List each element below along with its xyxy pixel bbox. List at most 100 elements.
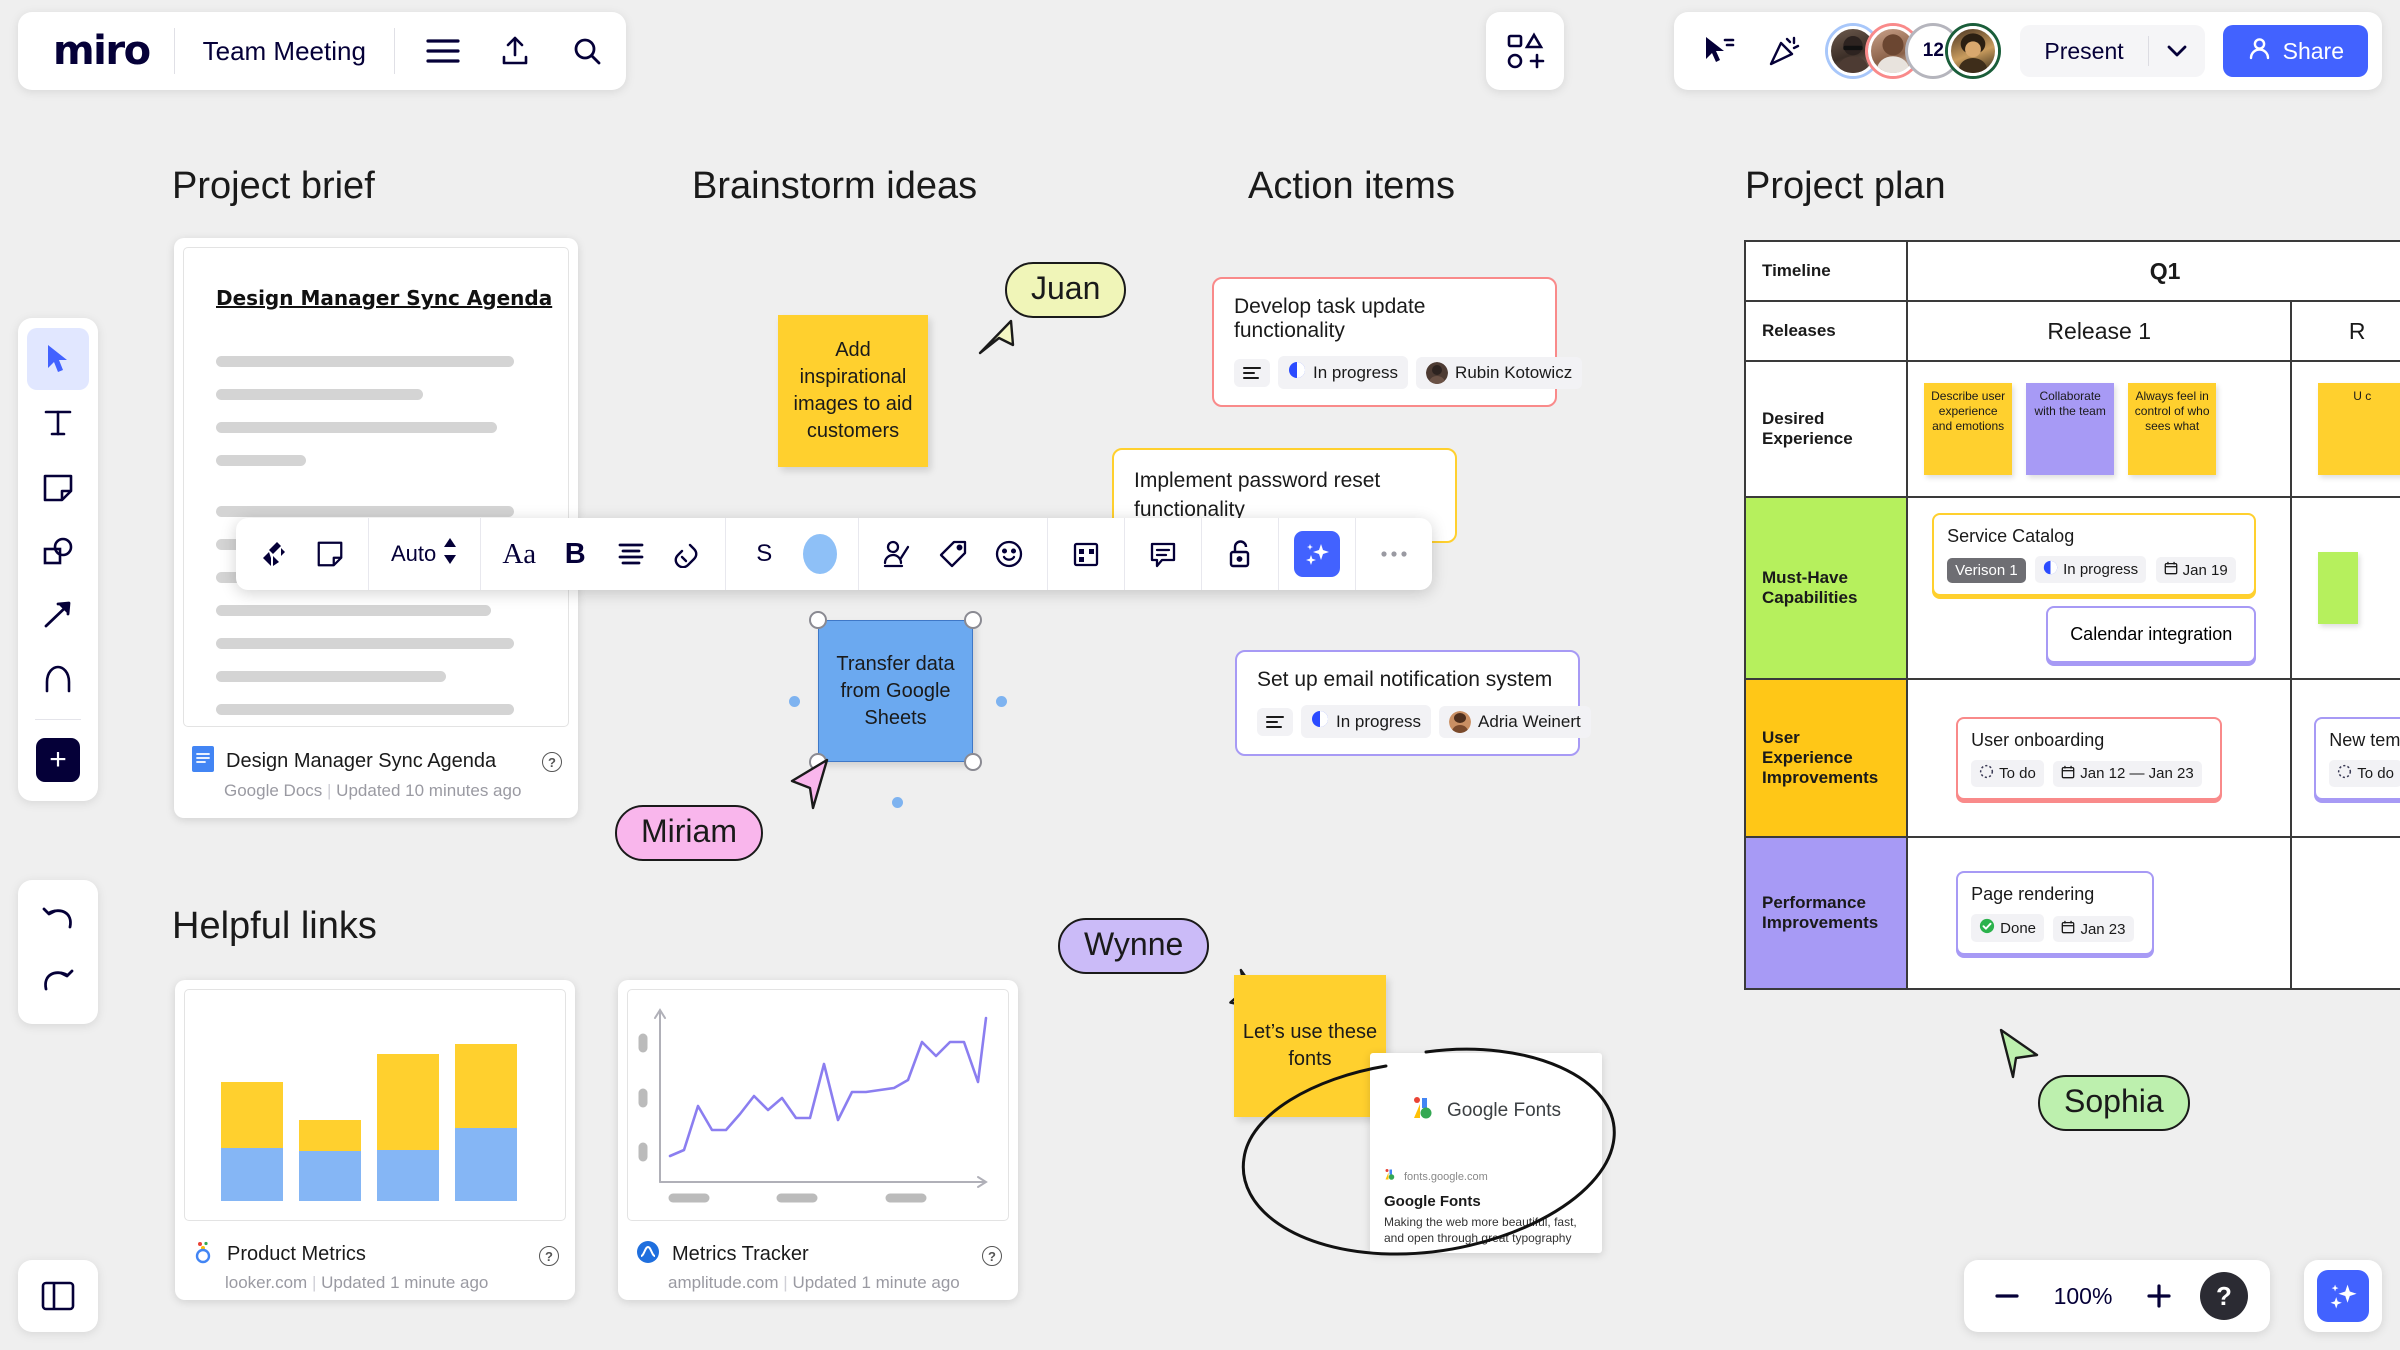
link-card-metrics-tracker[interactable]: Metrics Tracker amplitude.com | Updated …: [618, 980, 1018, 1300]
date-chip[interactable]: Jan 19: [2155, 557, 2236, 583]
side-panel-icon[interactable]: [18, 1260, 98, 1332]
emoji-icon[interactable]: [981, 526, 1037, 582]
status-chip[interactable]: Done: [1971, 914, 2044, 942]
zoom-level-label[interactable]: 100%: [2048, 1283, 2118, 1310]
plan-card-calendar-integration[interactable]: Calendar integration: [2046, 606, 2257, 663]
ai-assistant-button[interactable]: [2304, 1260, 2382, 1332]
project-plan-table[interactable]: Timeline Q1 Releases Release 1 R Desired…: [1743, 240, 2400, 990]
chevron-down-icon[interactable]: [2149, 45, 2205, 58]
sidebar-item-select-tool[interactable]: [27, 328, 89, 390]
selection-anchor-bottom[interactable]: [892, 797, 903, 808]
selection-handle-top-right[interactable]: [964, 611, 982, 629]
more-options-icon[interactable]: [1366, 526, 1422, 582]
selection-handle-bottom-right[interactable]: [964, 753, 982, 771]
help-button[interactable]: ?: [2200, 1272, 2248, 1320]
sticky-note-inspirational[interactable]: Add inspirational images to aid customer…: [778, 315, 928, 467]
zoom-in-button[interactable]: [2138, 1275, 2180, 1317]
mini-sticky-note[interactable]: [2318, 552, 2359, 624]
cell-performance-r2[interactable]: [2290, 836, 2400, 990]
selection-anchor-left[interactable]: [789, 696, 800, 707]
font-family-icon[interactable]: Aa: [491, 526, 547, 582]
action-card-setup-email-notification[interactable]: Set up email notification system In prog…: [1235, 650, 1591, 756]
selection-handle-top-left[interactable]: [809, 611, 827, 629]
font-size-auto[interactable]: Auto: [379, 534, 470, 574]
status-chip[interactable]: In progress: [2035, 556, 2147, 583]
upload-icon[interactable]: [485, 21, 545, 81]
status-chip[interactable]: To do: [2329, 759, 2400, 787]
google-fonts-link-card[interactable]: Google Fonts fonts.google.com Google Fon…: [1370, 1053, 1602, 1253]
frame-icon[interactable]: [1058, 526, 1114, 582]
help-icon[interactable]: ?: [539, 1246, 559, 1266]
plan-card-page-rendering[interactable]: Page rendering Done Jan 23: [1956, 871, 2154, 955]
cell-must-have-r2[interactable]: [2290, 496, 2400, 680]
comment-icon[interactable]: [1135, 526, 1191, 582]
sidebar-item-sticky-note-tool[interactable]: [27, 456, 89, 518]
assignee-chip[interactable]: Rubin Kotowicz: [1416, 356, 1583, 389]
sidebar-item-pen-tool[interactable]: [27, 648, 89, 710]
cell-must-have-r1[interactable]: Service Catalog Verison 1 In progress Ja…: [1906, 496, 2293, 680]
sticky-note-icon[interactable]: [302, 526, 358, 582]
cell-ux-r2[interactable]: New tem To do: [2290, 678, 2400, 838]
sidebar-item-shapes-tool[interactable]: [27, 520, 89, 582]
updown-stepper-icon[interactable]: [442, 534, 458, 574]
share-button[interactable]: Share: [2222, 25, 2368, 77]
cell-desired-experience-r1[interactable]: Describe user experience and emotions Co…: [1906, 360, 2293, 498]
plan-card-new-template[interactable]: New tem To do: [2314, 716, 2400, 800]
sidebar-item-text-tool[interactable]: [27, 392, 89, 454]
plan-card-service-catalog[interactable]: Service Catalog Verison 1 In progress Ja…: [1932, 513, 2256, 596]
fill-color-swatch[interactable]: [792, 526, 848, 582]
link-card-product-metrics[interactable]: Product Metrics looker.com | Updated 1 m…: [175, 980, 575, 1300]
frame-title-project-plan[interactable]: Project plan: [1745, 165, 1946, 208]
selection-anchor-right[interactable]: [996, 696, 1007, 707]
bold-icon[interactable]: B: [547, 526, 603, 582]
cell-desired-experience-r2[interactable]: U c: [2290, 360, 2400, 498]
board-title[interactable]: Team Meeting: [175, 36, 394, 67]
lock-icon[interactable]: [1212, 526, 1268, 582]
align-icon[interactable]: [603, 526, 659, 582]
cursor-share-icon[interactable]: [1688, 21, 1748, 81]
date-chip[interactable]: Jan 23: [2053, 916, 2134, 942]
assignee-chip[interactable]: Adria Weinert: [1439, 705, 1591, 738]
help-icon[interactable]: ?: [542, 752, 562, 772]
tag-icon[interactable]: [925, 526, 981, 582]
sidebar-item-connector-tool[interactable]: [27, 584, 89, 646]
collaborator-avatars[interactable]: 12: [1828, 26, 1999, 76]
redo-arrow-icon[interactable]: [27, 952, 89, 1014]
sidebar-item-more-apps-tool[interactable]: +: [27, 729, 89, 791]
strikethrough-icon[interactable]: S: [736, 526, 792, 582]
mini-sticky-note[interactable]: Always feel in control of who sees what: [2128, 383, 2217, 475]
avatar[interactable]: [1948, 26, 1999, 76]
search-icon[interactable]: [557, 21, 617, 81]
celebrate-icon[interactable]: [1754, 21, 1814, 81]
status-chip[interactable]: To do: [1971, 759, 2044, 787]
cell-performance-r1[interactable]: Page rendering Done Jan 23: [1906, 836, 2293, 990]
status-chip[interactable]: In progress: [1301, 705, 1432, 738]
mini-sticky-note[interactable]: Collaborate with the team: [2026, 383, 2115, 475]
frame-title-helpful-links[interactable]: Helpful links: [172, 905, 377, 948]
jira-icon[interactable]: [246, 526, 302, 582]
link-icon[interactable]: [659, 526, 715, 582]
mini-sticky-note[interactable]: Describe user experience and emotions: [1924, 383, 2013, 475]
hamburger-menu-icon[interactable]: [413, 21, 473, 81]
zoom-out-button[interactable]: [1986, 1275, 2028, 1317]
undo-arrow-icon[interactable]: [27, 890, 89, 952]
description-lines-icon[interactable]: [1257, 707, 1293, 736]
status-chip[interactable]: In progress: [1278, 356, 1409, 389]
version-chip[interactable]: Verison 1: [1947, 558, 2026, 583]
help-icon[interactable]: ?: [982, 1246, 1002, 1266]
date-chip[interactable]: Jan 12 — Jan 23: [2053, 760, 2202, 787]
assign-icon[interactable]: [869, 526, 925, 582]
shapes-add-icon[interactable]: [1486, 12, 1564, 90]
sticky-note-transfer-data[interactable]: Transfer data from Google Sheets: [818, 620, 973, 762]
present-button[interactable]: Present: [2020, 25, 2205, 77]
miro-logo[interactable]: miro: [53, 28, 151, 74]
frame-title-action-items[interactable]: Action items: [1248, 165, 1455, 208]
sticky-note-fonts[interactable]: Let’s use these fonts: [1234, 975, 1386, 1117]
mini-sticky-note[interactable]: U c: [2318, 383, 2400, 475]
action-card-develop-task-update[interactable]: Develop task update functionality In pro…: [1212, 277, 1583, 407]
frame-title-brainstorm[interactable]: Brainstorm ideas: [692, 165, 977, 208]
plan-card-user-onboarding[interactable]: User onboarding To do Jan 12 — Jan 23: [1956, 716, 2222, 800]
cell-ux-r1[interactable]: User onboarding To do Jan 12 — Jan 23: [1906, 678, 2293, 838]
ai-icon[interactable]: [1289, 526, 1345, 582]
description-lines-icon[interactable]: [1234, 358, 1270, 387]
